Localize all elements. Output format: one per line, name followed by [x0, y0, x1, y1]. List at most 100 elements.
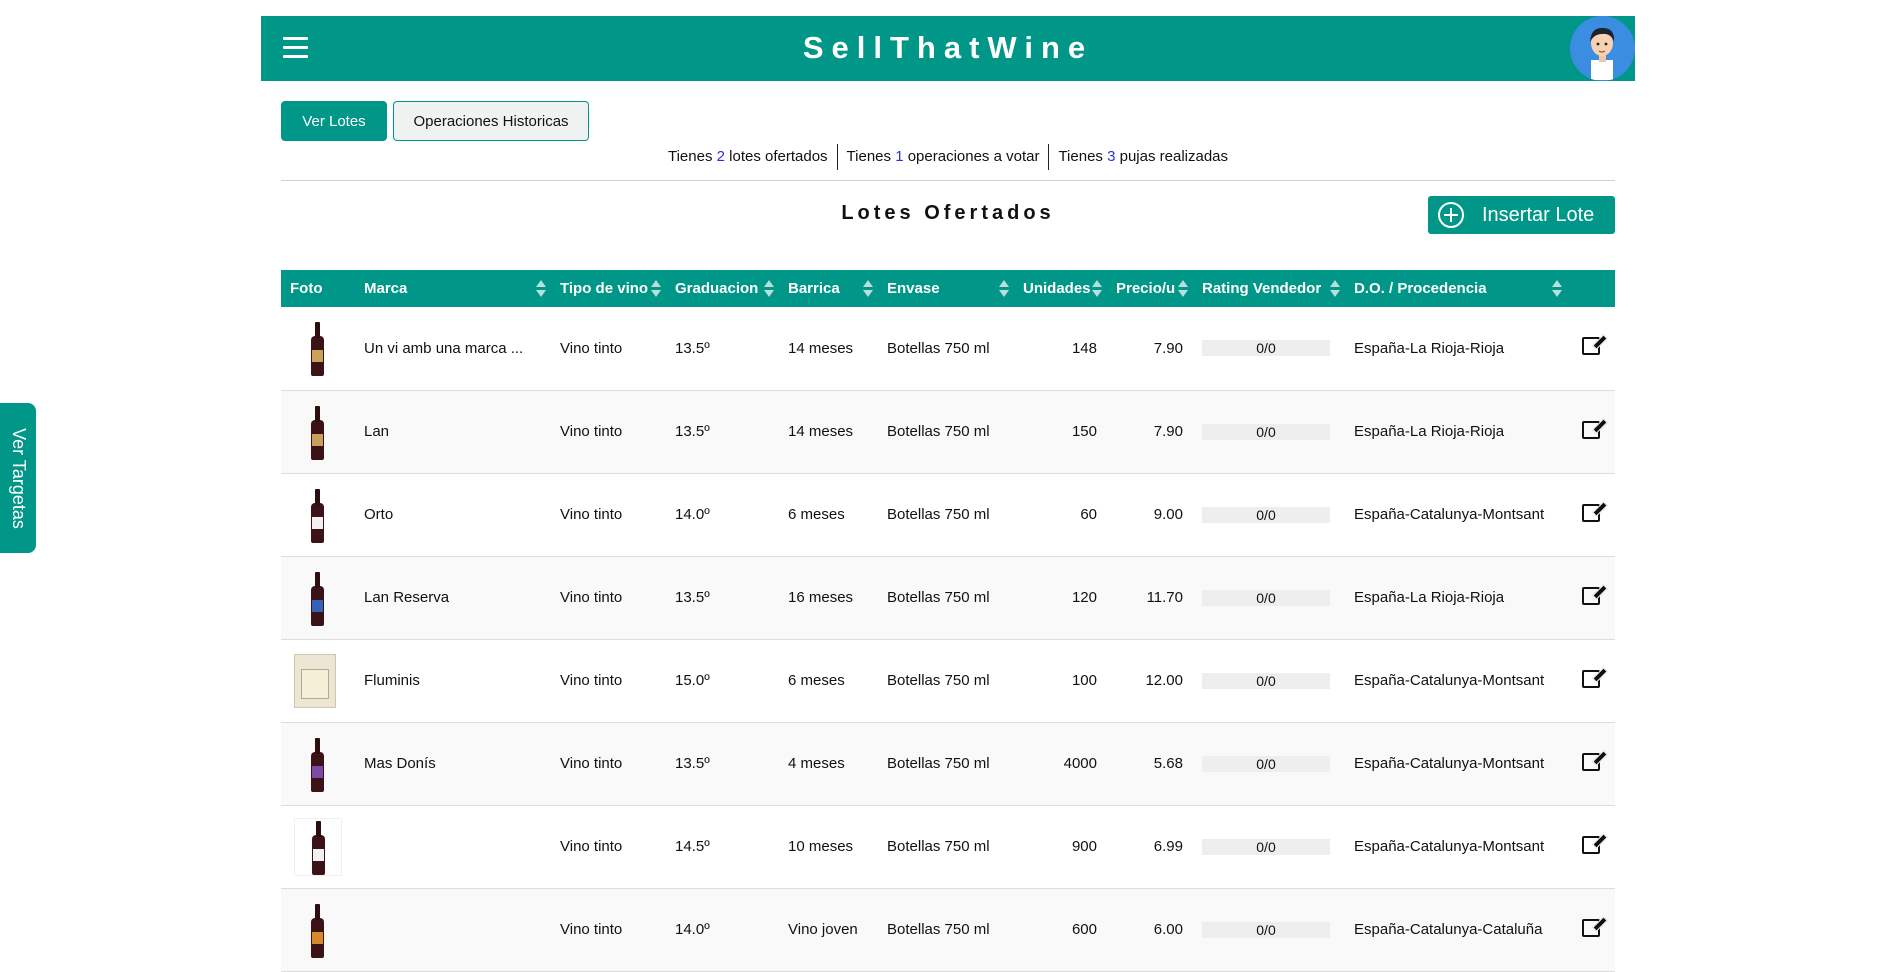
tab-ver-lotes[interactable]: Ver Lotes: [281, 101, 387, 141]
sort-icon[interactable]: [651, 279, 661, 299]
rating-value: 0/0: [1202, 340, 1330, 357]
cell-envase: Botellas 750 ml: [887, 423, 990, 440]
edit-icon[interactable]: [1582, 669, 1600, 688]
avatar[interactable]: [1570, 16, 1635, 81]
app-container: SellThatWine Ver Lotes Operaciones Histo…: [261, 16, 1635, 971]
tab-operaciones-historicas[interactable]: Operaciones Historicas: [393, 101, 589, 141]
summary-bids-prefix: Tienes: [1058, 148, 1103, 165]
sort-icon[interactable]: [999, 279, 1009, 299]
cell-do: España-La Rioja-Rioja: [1354, 339, 1505, 357]
header-precio[interactable]: Precio/u: [1107, 270, 1193, 307]
header-foto: Foto: [281, 270, 355, 307]
header-rating-label: Rating Vendedor: [1202, 280, 1322, 297]
cell-barrica: 14 meses: [788, 423, 854, 440]
cell-barrica: 6 meses: [788, 672, 845, 689]
rating-value: 0/0: [1202, 921, 1330, 938]
sort-icon[interactable]: [764, 279, 774, 299]
cell-unidades: 148: [1071, 339, 1097, 357]
sort-icon[interactable]: [1178, 279, 1188, 299]
cell-actions: [1567, 722, 1615, 805]
cell-precio: 11.70: [1146, 589, 1183, 606]
cell-do: España-Catalunya-Montsant: [1354, 755, 1545, 772]
cell-tipo: Vino tinto: [560, 672, 623, 689]
cell-actions: [1567, 888, 1615, 971]
cell-rating: 0/0: [1193, 639, 1345, 722]
cell-graduacion: 13.5º: [675, 339, 710, 357]
edit-icon[interactable]: [1582, 503, 1600, 522]
header-envase-label: Envase: [887, 280, 940, 297]
wine-photo: [294, 817, 342, 876]
cell-foto: [281, 722, 355, 805]
cell-precio: 7.90: [1153, 339, 1183, 357]
table-row: Orto Vino tinto 14.0º 6 meses Botellas 750 m…: [281, 473, 1615, 556]
edit-icon[interactable]: [1582, 918, 1600, 937]
cell-rating: 0/0: [1193, 722, 1345, 805]
divider: [281, 180, 1615, 181]
insert-lot-button[interactable]: Insertar Lote: [1428, 196, 1615, 234]
edit-icon[interactable]: [1582, 586, 1600, 605]
cell-precio: 5.68: [1153, 755, 1183, 772]
header-barrica[interactable]: Barrica: [779, 270, 878, 307]
cell-tipo: Vino tinto: [560, 339, 623, 357]
summary-bids-suffix: pujas realizadas: [1119, 148, 1229, 165]
sort-icon[interactable]: [536, 279, 546, 299]
sort-icon[interactable]: [1092, 279, 1102, 299]
table-row: Lan Vino tinto 13.5º 14 meses Botellas 750 m…: [281, 390, 1615, 473]
cell-envase: Botellas 750 ml: [887, 838, 990, 855]
cell-actions: [1567, 473, 1615, 556]
sort-icon[interactable]: [1330, 279, 1340, 299]
cell-rating: 0/0: [1193, 556, 1345, 639]
summary-bar: Tienes 2 lotes ofertados Tienes 1 operac…: [261, 144, 1635, 170]
cell-precio: 6.99: [1153, 838, 1183, 855]
cell-unidades: 150: [1071, 423, 1097, 440]
cell-envase: Botellas 750 ml: [887, 506, 990, 523]
header-unidades-label: Unidades: [1023, 280, 1091, 297]
cell-rating: 0/0: [1193, 307, 1345, 390]
cell-tipo: Vino tinto: [560, 921, 623, 938]
header-marca[interactable]: Marca: [355, 270, 551, 307]
sort-icon[interactable]: [1552, 279, 1562, 299]
sort-icon[interactable]: [863, 279, 873, 299]
table-header-row: Foto Marca Tipo de vino Graduacion Barri…: [281, 270, 1615, 307]
edit-icon[interactable]: [1582, 420, 1600, 439]
side-tab-ver-targetas[interactable]: Ver Targetas: [0, 403, 36, 553]
cell-precio: 12.00: [1145, 672, 1183, 689]
rating-value: 0/0: [1202, 838, 1330, 855]
cell-foto: [281, 639, 355, 722]
header-tipo[interactable]: Tipo de vino: [551, 270, 666, 307]
cell-envase: Botellas 750 ml: [887, 755, 990, 772]
edit-icon[interactable]: [1582, 752, 1600, 771]
cell-barrica: 6 meses: [788, 506, 845, 523]
cell-barrica: Vino joven: [788, 921, 858, 938]
app-title: SellThatWine: [802, 30, 1094, 65]
cell-graduacion: 13.5º: [675, 423, 710, 440]
cell-barrica: 4 meses: [788, 755, 845, 772]
header-do-label: D.O. / Procedencia: [1354, 280, 1487, 297]
edit-icon[interactable]: [1582, 835, 1600, 854]
cell-precio: 6.00: [1153, 921, 1183, 938]
insert-lot-label: Insertar Lote: [1482, 203, 1595, 226]
cell-foto: [281, 888, 355, 971]
cell-graduacion: 14.0º: [675, 506, 710, 523]
header-do[interactable]: D.O. / Procedencia: [1345, 270, 1567, 307]
cell-rating: 0/0: [1193, 390, 1345, 473]
table-row: Vino tinto 14.5º 10 meses Botellas 750 ml 90…: [281, 805, 1615, 888]
cell-do: España-Catalunya-Cataluña: [1354, 921, 1543, 938]
cell-tipo: Vino tinto: [560, 589, 623, 606]
cell-unidades: 100: [1071, 672, 1097, 689]
header-envase[interactable]: Envase: [878, 270, 1014, 307]
cell-tipo: Vino tinto: [560, 423, 623, 440]
header-graduacion[interactable]: Graduacion: [666, 270, 779, 307]
summary-lots: Tienes 2 lotes ofertados: [659, 144, 837, 170]
add-circle-icon: [1438, 202, 1464, 228]
cell-actions: [1567, 805, 1615, 888]
header-rating[interactable]: Rating Vendedor: [1193, 270, 1345, 307]
cell-foto: [281, 307, 355, 390]
cell-envase: Botellas 750 ml: [887, 589, 990, 606]
cell-graduacion: 14.0º: [675, 921, 710, 938]
side-tab-label: Ver Targetas: [8, 427, 29, 529]
edit-icon[interactable]: [1582, 337, 1600, 356]
cell-actions: [1567, 307, 1615, 390]
top-navbar: SellThatWine: [261, 16, 1635, 81]
header-unidades[interactable]: Unidades: [1014, 270, 1107, 307]
